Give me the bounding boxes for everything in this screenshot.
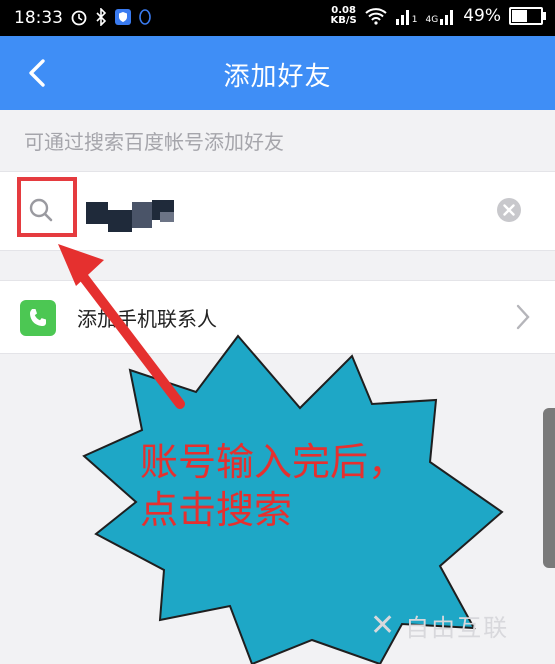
shield-app-icon: [115, 9, 131, 25]
add-phone-contacts-row[interactable]: 添加手机联系人: [0, 280, 555, 354]
status-left-icons: [70, 8, 152, 26]
redacted-account-text: [86, 200, 174, 232]
qq-icon: [139, 9, 151, 25]
wifi-icon: [365, 8, 387, 25]
search-hint: 可通过搜索百度帐号添加好友: [24, 130, 284, 154]
scroll-handle[interactable]: [543, 408, 555, 568]
alarm-icon: [71, 10, 87, 26]
battery-percent: 49%: [463, 6, 501, 26]
signal-icon: [395, 10, 409, 25]
annotation-text: 账号输入完后， 点击搜索: [140, 440, 407, 532]
net-speed: 0.08 KB/S: [330, 5, 357, 26]
clear-icon[interactable]: [496, 197, 522, 223]
title-bar: 添加好友: [0, 36, 555, 110]
page-title: 添加好友: [223, 62, 332, 92]
watermark: ✕ 自由互联: [370, 608, 510, 643]
bluetooth-icon: [96, 8, 107, 26]
search-bar[interactable]: [0, 171, 555, 251]
search-icon-highlight: [17, 177, 77, 237]
watermark-x-logo-icon: ✕: [370, 608, 398, 643]
status-time: 18:33: [14, 8, 63, 28]
chevron-right-icon: [516, 304, 530, 330]
battery-fill: [512, 10, 527, 22]
signal-2: 4G: [426, 7, 456, 25]
battery-icon: [509, 7, 546, 25]
add-phone-contacts-label: 添加手机联系人: [77, 307, 217, 331]
signal-4g-icon: [440, 10, 454, 25]
signal-1: 1: [395, 7, 418, 25]
status-bar: 18:33 0.08 KB/S 1 4G 49%: [0, 0, 555, 36]
status-right-icons: 0.08 KB/S 1 4G 49%: [330, 5, 546, 26]
phone-icon: [20, 300, 56, 336]
